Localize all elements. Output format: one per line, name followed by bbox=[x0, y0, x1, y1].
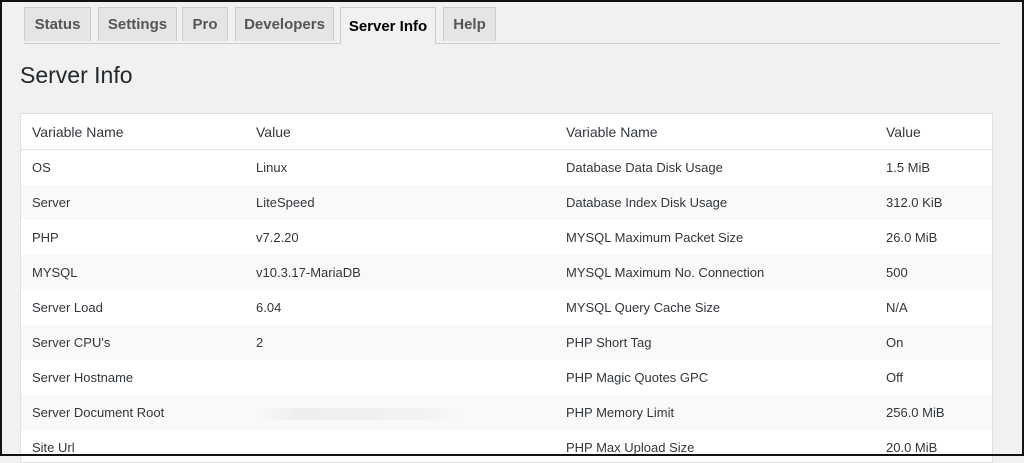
value-cell: 312.0 KiB bbox=[886, 185, 992, 220]
variable-name-cell: Server bbox=[21, 185, 256, 220]
server-info-panel: Variable Name Value Variable Name Value … bbox=[20, 113, 993, 463]
table-row: Server Hostname PHP Magic Quotes GPC Off bbox=[21, 360, 992, 395]
variable-name-cell: PHP bbox=[32, 230, 59, 245]
value-cell: 6.04 bbox=[256, 300, 282, 315]
value-cell bbox=[256, 430, 566, 462]
value-cell: LiteSpeed bbox=[256, 185, 566, 220]
variable-name-cell: Server Load bbox=[32, 300, 103, 315]
variable-name-cell: PHP Max Upload Size bbox=[566, 440, 695, 455]
value-cell bbox=[256, 395, 566, 430]
variable-name-cell: Server Document Root bbox=[21, 395, 256, 430]
column-header-variable-name: Variable Name bbox=[21, 114, 256, 150]
variable-name-cell: Site Url bbox=[32, 440, 75, 455]
variable-name-cell: PHP Short Tag bbox=[566, 325, 886, 360]
variable-name-cell: MYSQL Maximum Packet Size bbox=[566, 230, 744, 245]
variable-name-cell: MYSQL Maximum No. Connection bbox=[566, 255, 886, 290]
table-row: Site Url PHP Max Upload Size 20.0 MiB bbox=[21, 430, 992, 462]
value-cell: Linux bbox=[256, 160, 288, 175]
tab-settings[interactable]: Settings bbox=[98, 7, 177, 41]
table-row: Server LiteSpeed Database Index Disk Usage… bbox=[21, 185, 992, 220]
table-row: MYSQL v10.3.17-MariaDB MYSQL Maximum No. C… bbox=[21, 255, 992, 290]
value-cell: v10.3.17-MariaDB bbox=[256, 255, 566, 290]
page-title: Server Info bbox=[20, 62, 133, 88]
variable-name-cell: PHP Magic Quotes GPC bbox=[566, 370, 709, 385]
tab-developers[interactable]: Developers bbox=[235, 7, 334, 41]
value-cell: v7.2.20 bbox=[256, 230, 299, 245]
tab-status[interactable]: Status bbox=[24, 7, 91, 41]
tab-server-info[interactable]: Server Info bbox=[340, 7, 436, 44]
column-header-variable-name: Variable Name bbox=[566, 114, 886, 150]
tab-pro[interactable]: Pro bbox=[182, 7, 228, 41]
table-row: Server CPU's 2 PHP Short Tag On bbox=[21, 325, 992, 360]
table-row: Server Load 6.04 MYSQL Query Cache Size N/A bbox=[21, 290, 992, 325]
variable-name-cell: PHP Memory Limit bbox=[566, 395, 886, 430]
redacted-value bbox=[256, 407, 461, 420]
value-cell: 500 bbox=[886, 255, 992, 290]
variable-name-cell: MYSQL bbox=[21, 255, 256, 290]
variable-name-cell: OS bbox=[32, 160, 51, 175]
variable-name-cell: Database Data Disk Usage bbox=[566, 160, 723, 175]
table-header-row: Variable Name Value Variable Name Value bbox=[21, 114, 992, 150]
server-info-table: Variable Name Value Variable Name Value … bbox=[21, 114, 992, 462]
table-row: PHP v7.2.20 MYSQL Maximum Packet Size 26.0 … bbox=[21, 220, 992, 255]
tab-bar: Status Settings Pro Developers Server In… bbox=[24, 7, 1000, 44]
value-cell: 256.0 MiB bbox=[886, 395, 992, 430]
variable-name-cell: Database Index Disk Usage bbox=[566, 185, 886, 220]
table-row: Server Document Root PHP Memory Limit 256.… bbox=[21, 395, 992, 430]
tab-help[interactable]: Help bbox=[443, 7, 496, 41]
value-cell: On bbox=[886, 325, 992, 360]
value-cell: N/A bbox=[886, 300, 908, 315]
variable-name-cell: MYSQL Query Cache Size bbox=[566, 300, 721, 315]
value-cell bbox=[256, 360, 566, 395]
column-header-value: Value bbox=[886, 114, 992, 150]
variable-name-cell: Server Hostname bbox=[32, 370, 134, 385]
value-cell: 26.0 MiB bbox=[886, 230, 938, 245]
value-cell: 20.0 MiB bbox=[886, 440, 938, 455]
value-cell: 2 bbox=[256, 325, 566, 360]
variable-name-cell: Server CPU's bbox=[21, 325, 256, 360]
column-header-value: Value bbox=[256, 114, 566, 150]
value-cell: 1.5 MiB bbox=[886, 160, 931, 175]
value-cell: Off bbox=[886, 370, 904, 385]
table-row: OS Linux Database Data Disk Usage 1.5 MiB bbox=[21, 150, 992, 186]
